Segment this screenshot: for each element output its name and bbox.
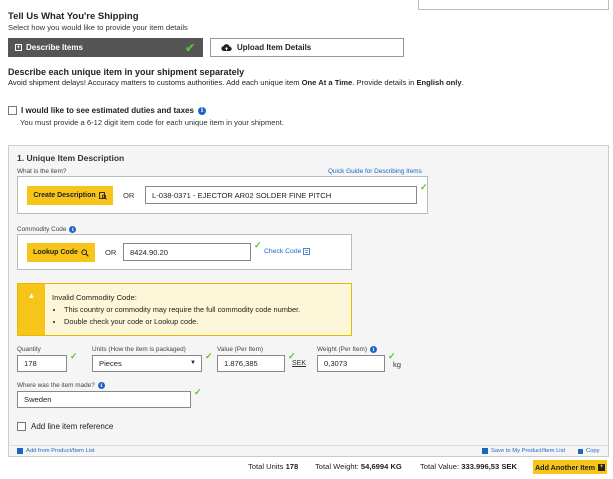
describe-section-title: Describe each unique item in your shipme… — [8, 67, 245, 77]
copy-icon — [578, 448, 583, 454]
line-item-reference-label: Add line item reference — [31, 422, 114, 431]
create-description-button[interactable]: Create Description — [27, 186, 113, 205]
warning-item: This country or commodity may require th… — [64, 305, 300, 314]
total-weight-label: Total Weight: — [315, 462, 359, 471]
plus-square-icon — [17, 448, 23, 454]
commodity-code-label-row: Commodity Code i — [17, 226, 77, 233]
create-description-label: Create Description — [33, 192, 96, 199]
total-weight-value: 54,6994 KG — [360, 462, 402, 471]
total-value-value: 333.996,53 SEK — [461, 462, 517, 471]
or-text-1: OR — [123, 191, 135, 200]
lookup-code-label: Lookup Code — [33, 249, 78, 256]
add-from-list-label: Add from Product/Item List — [26, 448, 95, 454]
save-icon — [482, 448, 488, 454]
weight-input[interactable]: 0,3073 — [317, 355, 385, 372]
quantity-input[interactable]: 178 — [17, 355, 67, 372]
plus-icon: + — [15, 44, 22, 51]
lookup-code-button[interactable]: Lookup Code — [27, 243, 95, 262]
currency-selector[interactable]: SEK — [292, 360, 306, 367]
warning-icon: ▲ — [18, 284, 45, 335]
quantity-valid-icon: ✓ — [70, 351, 78, 361]
warning-title: Invalid Commodity Code: — [52, 293, 137, 302]
note-text-2: . Provide details in — [352, 78, 417, 87]
top-search-box[interactable] — [418, 0, 609, 10]
invalid-code-warning: ▲ Invalid Commodity Code: This country o… — [17, 283, 352, 336]
total-units-value: 178 — [285, 462, 299, 471]
page-subtitle: Select how you would like to provide you… — [8, 23, 188, 32]
info-icon[interactable]: i — [97, 382, 105, 389]
quick-guide-link[interactable]: Quick Guide for Describing Items — [328, 168, 422, 175]
duties-checkbox-row: I would like to see estimated duties and… — [8, 106, 206, 115]
weight-label: Weight (Per Item) — [317, 346, 367, 353]
duties-checkbox[interactable] — [8, 106, 17, 115]
line-item-reference-checkbox[interactable] — [17, 422, 26, 431]
duties-subtext: You must provide a 6-12 digit item code … — [20, 118, 284, 127]
weight-label-row: Weight (Per Item) i — [317, 346, 377, 353]
add-from-list-link[interactable]: Add from Product/Item List — [17, 448, 95, 454]
origin-label: Where was the item made? — [17, 382, 95, 389]
value-label: Value (Per Item) — [217, 346, 264, 353]
copy-link[interactable]: Copy — [578, 448, 600, 454]
add-another-item-label: Add Another Item — [534, 462, 596, 472]
duties-label: I would like to see estimated duties and… — [21, 106, 194, 115]
external-link-icon — [303, 248, 311, 255]
commodity-code-label: Commodity Code — [17, 226, 67, 233]
total-value-label: Total Value: — [420, 462, 460, 471]
warning-item: Double check your code or Lookup code. — [64, 317, 300, 326]
or-text-2: OR — [105, 248, 117, 257]
note-bold-2: English only — [416, 78, 462, 87]
footer-divider — [8, 445, 609, 446]
units-valid-icon: ✓ — [205, 351, 213, 361]
edit-search-icon — [98, 191, 107, 200]
info-icon[interactable]: i — [369, 346, 377, 353]
cloud-upload-icon — [221, 44, 232, 52]
note-text-1: Avoid shipment delays! Accuracy matters … — [8, 78, 302, 87]
info-icon[interactable]: i — [69, 226, 77, 233]
copy-label: Copy — [586, 448, 600, 454]
line-item-reference-row: Add line item reference — [17, 422, 113, 431]
item-section-title: 1. Unique Item Description — [17, 153, 125, 163]
upload-item-details-button[interactable]: Upload Item Details — [210, 38, 404, 57]
total-units-label: Total Units — [248, 462, 284, 471]
dropdown-arrow-icon: ▼ — [190, 360, 196, 366]
description-valid-icon: ✓ — [420, 182, 428, 192]
total-value: Total Value: 333.996,53 SEK — [420, 462, 517, 471]
value-input[interactable]: 1.876,385 — [217, 355, 285, 372]
note-text-3: . — [461, 78, 464, 87]
plus-icon: + — [598, 463, 606, 471]
origin-input[interactable]: Sweden — [17, 391, 191, 408]
page-title: Tell Us What You're Shipping — [8, 11, 139, 22]
commodity-code-input[interactable]: 8424.90.20 — [123, 243, 251, 261]
save-to-list-link[interactable]: Save to My Product/Item List — [482, 448, 565, 454]
total-weight: Total Weight: 54,6994 KG — [315, 462, 402, 471]
units-select[interactable]: Pieces ▼ — [92, 355, 202, 372]
commodity-valid-icon: ✓ — [254, 240, 262, 250]
check-code-label: Check Code — [264, 248, 302, 255]
weight-unit: kg — [393, 360, 402, 369]
search-icon — [81, 248, 89, 257]
checkmark-icon: ✔ — [184, 41, 195, 55]
describe-items-label: Describe Items — [26, 43, 83, 52]
note-bold-1: One At a Time — [301, 78, 353, 87]
total-units: Total Units 178 — [248, 462, 298, 471]
quantity-label: Quantity — [17, 346, 41, 353]
units-value: Pieces — [99, 359, 122, 368]
units-label: Units (How the item is packaged) — [92, 346, 186, 353]
what-is-item-label: What is the item? — [17, 168, 67, 175]
item-description-input[interactable]: L-038-0371 - EJECTOR AR02 SOLDER FINE PI… — [145, 186, 417, 204]
origin-label-row: Where was the item made? i — [17, 382, 105, 389]
origin-valid-icon: ✓ — [194, 387, 202, 397]
save-to-list-label: Save to My Product/Item List — [491, 448, 566, 454]
info-icon[interactable]: i — [197, 106, 206, 115]
upload-item-details-label: Upload Item Details — [237, 43, 312, 52]
add-another-item-button[interactable]: Add Another Item + — [533, 460, 607, 474]
check-code-link[interactable]: Check Code — [264, 248, 311, 255]
describe-section-note: Avoid shipment delays! Accuracy matters … — [8, 78, 464, 87]
describe-items-button[interactable]: + Describe Items ✔ — [8, 38, 203, 57]
